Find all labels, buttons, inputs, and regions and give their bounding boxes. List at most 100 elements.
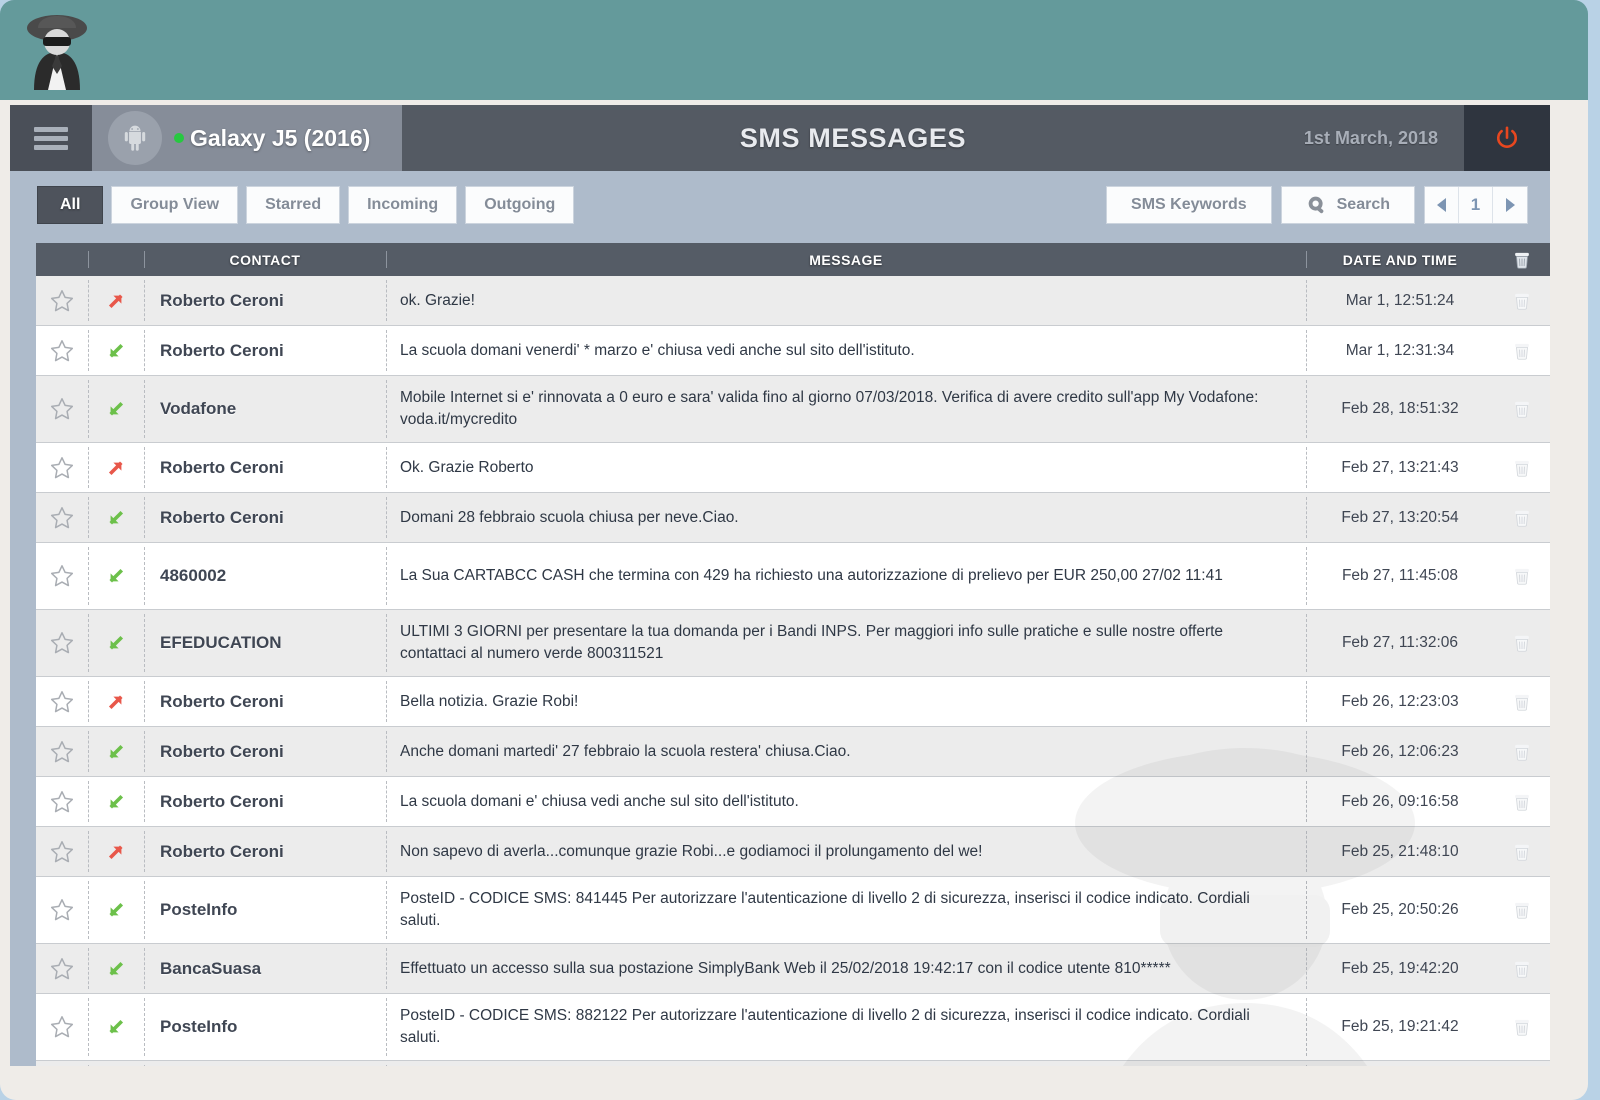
trash-icon — [1511, 691, 1533, 713]
trash-icon — [1511, 565, 1533, 587]
star-toggle[interactable] — [36, 396, 88, 422]
page-title: SMS MESSAGES — [402, 105, 1304, 171]
star-toggle[interactable] — [36, 455, 88, 481]
table-row[interactable]: Roberto CeroniNon sapevo di averla...com… — [36, 827, 1550, 877]
table-row[interactable]: Roberto CeroniLa scuola domani e' chiusa… — [36, 777, 1550, 827]
trash-icon — [1511, 457, 1533, 479]
delete-row-button[interactable] — [1494, 398, 1550, 420]
messages-table: CONTACT MESSAGE DATE AND TIME Roberto Ce… — [10, 243, 1550, 1066]
delete-row-button[interactable] — [1494, 741, 1550, 763]
direction-indicator — [88, 339, 144, 363]
topbar: Galaxy J5 (2016) SMS MESSAGES 1st March,… — [10, 105, 1550, 171]
star-toggle[interactable] — [36, 739, 88, 765]
incoming-arrow-icon — [104, 790, 128, 814]
message-text: ok. Grazie! — [386, 290, 1306, 312]
direction-indicator — [88, 790, 144, 814]
pagination-page-number[interactable]: 1 — [1459, 187, 1493, 223]
table-row[interactable]: PosteInfoPosteID - CODICE SMS: 882122 Pe… — [36, 994, 1550, 1061]
power-button[interactable] — [1464, 105, 1550, 171]
delete-all-button[interactable] — [1494, 243, 1550, 276]
column-header-message[interactable]: MESSAGE — [386, 243, 1306, 276]
sms-keywords-button[interactable]: SMS Keywords — [1106, 186, 1272, 224]
star-toggle[interactable] — [36, 1014, 88, 1040]
tab-all[interactable]: All — [37, 186, 103, 224]
star-toggle[interactable] — [36, 505, 88, 531]
table-row[interactable]: BancaSuasaEffettuato un accesso sulla su… — [36, 944, 1550, 994]
table-row[interactable]: Roberto CeroniDomani 28 febbraio scuola … — [36, 493, 1550, 543]
star-icon — [49, 288, 75, 314]
table-row[interactable]: Roberto Ceroniok. Grazie!Mar 1, 12:51:24 — [36, 276, 1550, 326]
star-toggle[interactable] — [36, 288, 88, 314]
message-text: Mobile Internet si e' rinnovata a 0 euro… — [386, 387, 1306, 431]
hamburger-menu-button[interactable] — [10, 105, 92, 171]
table-row[interactable]: Roberto CeroniAnche domani martedi' 27 f… — [36, 727, 1550, 777]
table-row[interactable]: Roberto CeroniOk. Grazie RobertoFeb 27, … — [36, 443, 1550, 493]
trash-icon — [1511, 741, 1533, 763]
tab-starred[interactable]: Starred — [246, 186, 340, 224]
delete-row-button[interactable] — [1494, 1016, 1550, 1038]
pagination-prev-button[interactable] — [1425, 187, 1459, 223]
table-row[interactable]: Roberto CeroniBella notizia. Grazie Robi… — [36, 677, 1550, 727]
delete-row-button[interactable] — [1494, 457, 1550, 479]
outgoing-arrow-icon — [104, 840, 128, 864]
current-date-label: 1st March, 2018 — [1304, 105, 1464, 171]
contact-name: Roberto Ceroni — [144, 742, 386, 762]
power-icon — [1494, 125, 1520, 151]
trash-icon — [1511, 632, 1533, 654]
star-toggle[interactable] — [36, 789, 88, 815]
direction-indicator — [88, 840, 144, 864]
contact-name: Roberto Ceroni — [144, 508, 386, 528]
delete-row-button[interactable] — [1494, 565, 1550, 587]
table-row[interactable]: Roberto CeroniBernadette torna a scuola … — [36, 1061, 1550, 1066]
delete-row-button[interactable] — [1494, 691, 1550, 713]
delete-row-button[interactable] — [1494, 507, 1550, 529]
delete-row-button[interactable] — [1494, 340, 1550, 362]
contact-name: Roberto Ceroni — [144, 792, 386, 812]
message-text: Effettuato un accesso sulla sua postazio… — [386, 958, 1306, 980]
contact-name: PosteInfo — [144, 900, 386, 920]
delete-row-button[interactable] — [1494, 958, 1550, 980]
tab-outgoing[interactable]: Outgoing — [465, 186, 574, 224]
star-toggle[interactable] — [36, 689, 88, 715]
chevron-right-icon — [1506, 198, 1515, 212]
message-text: Domani 28 febbraio scuola chiusa per nev… — [386, 507, 1306, 529]
direction-indicator — [88, 740, 144, 764]
trash-icon — [1511, 1016, 1533, 1038]
table-left-rail — [10, 243, 36, 1066]
contact-name: Roberto Ceroni — [144, 291, 386, 311]
outgoing-arrow-icon — [104, 289, 128, 313]
delete-row-button[interactable] — [1494, 899, 1550, 921]
column-header-contact[interactable]: CONTACT — [144, 243, 386, 276]
direction-indicator — [88, 957, 144, 981]
delete-row-button[interactable] — [1494, 841, 1550, 863]
star-toggle[interactable] — [36, 630, 88, 656]
table-row[interactable]: VodafoneMobile Internet si e' rinnovata … — [36, 376, 1550, 443]
star-toggle[interactable] — [36, 956, 88, 982]
tab-incoming[interactable]: Incoming — [348, 186, 457, 224]
star-icon — [49, 739, 75, 765]
table-row[interactable]: 4860002La Sua CARTABCC CASH che termina … — [36, 543, 1550, 610]
search-button[interactable]: Search — [1281, 186, 1415, 224]
incoming-arrow-icon — [104, 740, 128, 764]
pagination-next-button[interactable] — [1493, 187, 1527, 223]
contact-name: EFEDUCATION — [144, 633, 386, 653]
trash-icon — [1511, 249, 1533, 271]
brand-banner — [0, 0, 1588, 100]
device-selector[interactable]: Galaxy J5 (2016) — [92, 105, 402, 171]
table-row[interactable]: Roberto CeroniLa scuola domani venerdi' … — [36, 326, 1550, 376]
tab-group-view[interactable]: Group View — [111, 186, 238, 224]
delete-row-button[interactable] — [1494, 791, 1550, 813]
delete-row-button[interactable] — [1494, 632, 1550, 654]
table-row[interactable]: EFEDUCATIONULTIMI 3 GIORNI per presentar… — [36, 610, 1550, 677]
table-row[interactable]: PosteInfoPosteID - CODICE SMS: 841445 Pe… — [36, 877, 1550, 944]
star-toggle[interactable] — [36, 563, 88, 589]
delete-row-button[interactable] — [1494, 290, 1550, 312]
star-toggle[interactable] — [36, 338, 88, 364]
column-header-date[interactable]: DATE AND TIME — [1306, 243, 1494, 276]
message-datetime: Feb 27, 13:20:54 — [1306, 509, 1494, 527]
contact-name: 4860002 — [144, 566, 386, 586]
star-icon — [49, 789, 75, 815]
star-toggle[interactable] — [36, 839, 88, 865]
star-toggle[interactable] — [36, 897, 88, 923]
message-text: Ok. Grazie Roberto — [386, 457, 1306, 479]
